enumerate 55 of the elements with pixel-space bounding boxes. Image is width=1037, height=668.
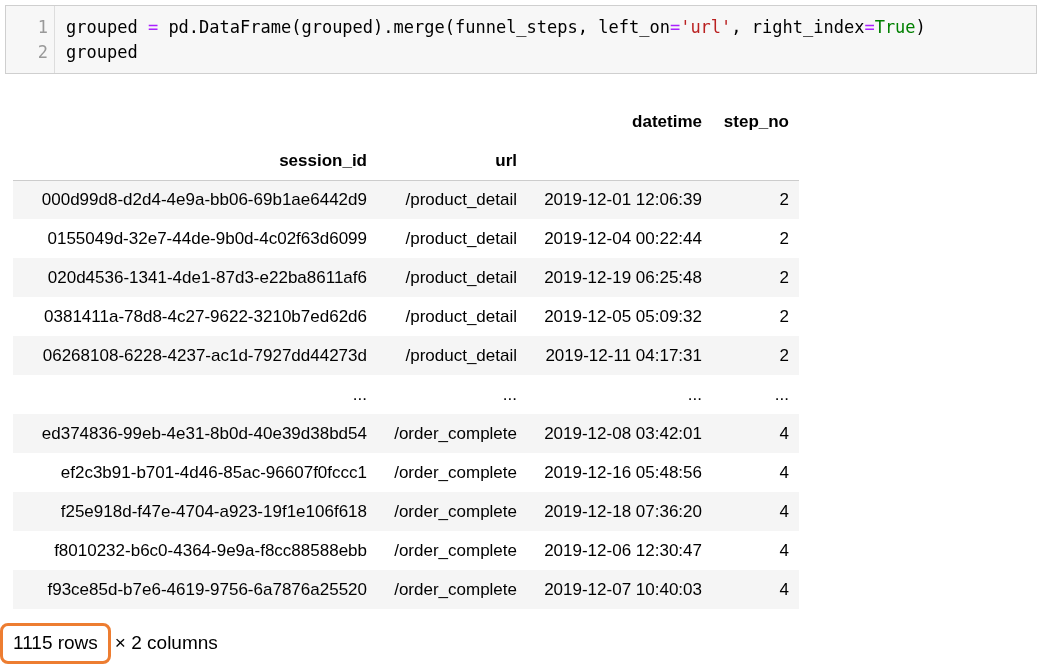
index-cell: 06268108-6228-4237-ac1d-7927dd44273d <box>13 336 377 375</box>
index-cell: 0381411a-78d8-4c27-9622-3210b7ed62d6 <box>13 297 377 336</box>
table-cell: 2019-12-05 05:09:32 <box>527 297 712 336</box>
table-cell: ... <box>712 375 799 414</box>
column-header: datetime <box>631 110 703 133</box>
index-cell: /product_detail <box>377 297 527 336</box>
code-line: grouped = pd.DataFrame(grouped).merge(funnel_steps, left_on='url', right_index=True) <box>66 16 926 39</box>
table-cell: 2019-12-19 06:25:48 <box>527 258 712 297</box>
table-cell: 2019-12-11 04:17:31 <box>527 336 712 375</box>
table-cell: 2019-12-01 12:06:39 <box>527 180 712 219</box>
table-cell: 2 <box>712 180 799 219</box>
table-cell: 2 <box>712 297 799 336</box>
index-cell: f8010232-b6c0-4364-9e9a-f8cc88588ebb <box>13 531 377 570</box>
table-cell: 2 <box>712 336 799 375</box>
table-cell: ... <box>527 375 712 414</box>
table-cell: 2 <box>712 258 799 297</box>
index-cell: 000d99d8-d2d4-4e9a-bb06-69b1ae6442d9 <box>13 180 377 219</box>
table-cell: 2 <box>712 219 799 258</box>
index-cell: /order_complete <box>377 453 527 492</box>
column-count: × 2 columns <box>113 631 218 655</box>
table-cell: 2019-12-06 12:30:47 <box>527 531 712 570</box>
line-number: 1 <box>37 16 48 39</box>
code-cell[interactable]: 1 2 grouped = pd.DataFrame(grouped).merge(funnel_steps, left_on='url', right_index=True) grouped <box>5 5 1037 74</box>
index-header: url <box>377 141 527 180</box>
index-cell: /product_detail <box>377 258 527 297</box>
index-cell: /product_detail <box>377 180 527 219</box>
table-cell: 4 <box>712 570 799 609</box>
index-cell: /product_detail <box>377 219 527 258</box>
table-cell: 4 <box>712 492 799 531</box>
table-cell: 2019-12-18 07:36:20 <box>527 492 712 531</box>
table-cell: 4 <box>712 453 799 492</box>
index-cell: f93ce85d-b7e6-4619-9756-6a7876a25520 <box>13 570 377 609</box>
index-header: session_id <box>13 141 377 180</box>
index-cell: ed374836-99eb-4e31-8b0d-40e39d38bd54 <box>13 414 377 453</box>
index-cell: /order_complete <box>377 570 527 609</box>
index-cell: ... <box>13 375 377 414</box>
index-cell: /order_complete <box>377 492 527 531</box>
table-cell: 2019-12-07 10:40:03 <box>527 570 712 609</box>
index-cell: 0155049d-32e7-44de-9b0d-4c02f63d6099 <box>13 219 377 258</box>
index-cell: f25e918d-f47e-4704-a923-19f1e106f618 <box>13 492 377 531</box>
index-cell: 020d4536-1341-4de1-87d3-e22ba8611af6 <box>13 258 377 297</box>
index-cell: /order_complete <box>377 531 527 570</box>
table-cell: 2019-12-08 03:42:01 <box>527 414 712 453</box>
index-cell: /product_detail <box>377 336 527 375</box>
table-cell: 2019-12-16 05:48:56 <box>527 453 712 492</box>
index-cell: /order_complete <box>377 414 527 453</box>
table-cell: 4 <box>712 531 799 570</box>
index-cell: ef2c3b91-b701-4d46-85ac-96607f0fccc1 <box>13 453 377 492</box>
line-number: 2 <box>37 41 48 64</box>
index-cell: ... <box>377 375 527 414</box>
code-line: grouped <box>66 41 139 64</box>
table-cell: 4 <box>712 414 799 453</box>
column-header: step_no <box>722 110 790 133</box>
highlighted-row-count: 1115 rows <box>0 623 111 664</box>
table-cell: 2019-12-04 00:22:44 <box>527 219 712 258</box>
